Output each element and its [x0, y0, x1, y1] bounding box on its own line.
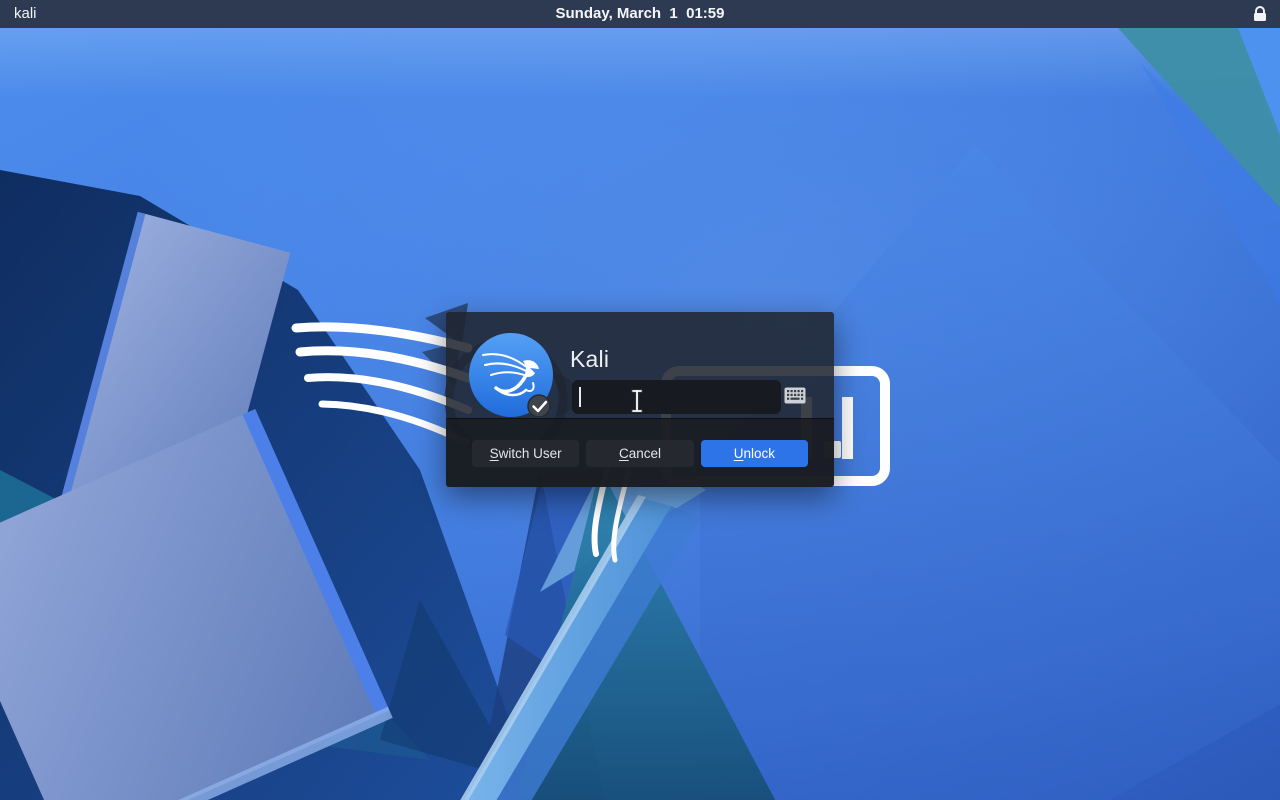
clock-label: Sunday, March 1 01:59 [0, 0, 1280, 28]
padlock-icon [1252, 5, 1268, 23]
switch-user-label: witch User [499, 446, 562, 461]
password-input[interactable] [572, 380, 781, 414]
kali-logo-avatar [469, 333, 553, 417]
username-label: Kali [570, 346, 609, 373]
dialog-button-row: Switch User Cancel Unlock [446, 418, 834, 487]
top-panel: kali Sunday, March 1 01:59 [0, 0, 1280, 28]
unlock-mnemonic: U [734, 446, 744, 461]
password-field-wrap [572, 380, 781, 414]
keyboard-icon[interactable] [784, 387, 806, 404]
text-ibeam-cursor [630, 388, 644, 414]
switch-user-mnemonic: S [490, 446, 499, 461]
text-caret [579, 387, 581, 407]
checkmark-icon [528, 395, 550, 417]
switch-user-button[interactable]: Switch User [472, 440, 579, 467]
cancel-mnemonic: C [619, 446, 629, 461]
unlock-button[interactable]: Unlock [701, 440, 808, 467]
lock-screen: kali Sunday, March 1 01:59 [0, 0, 1280, 800]
cancel-label: ancel [629, 446, 661, 461]
unlock-label: nlock [743, 446, 775, 461]
cancel-button[interactable]: Cancel [586, 440, 693, 467]
